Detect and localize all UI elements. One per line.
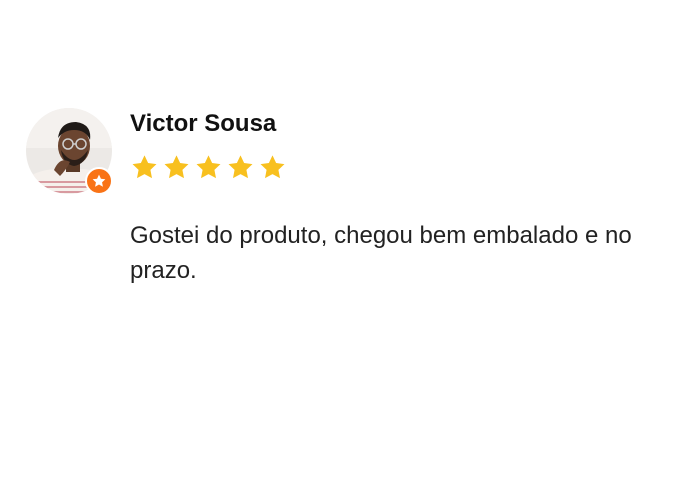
reviewer-name: Victor Sousa — [130, 110, 277, 137]
star-icon — [132, 155, 157, 179]
star-icon — [164, 155, 189, 179]
star-icon — [260, 155, 285, 179]
review-card: Victor Sousa Gostei do produto, chegou b… — [0, 0, 700, 500]
star-icon — [196, 155, 221, 179]
review-text: Gostei do produto, chegou bem embalado e… — [130, 222, 632, 284]
star-badge-icon — [85, 167, 113, 195]
star-rating — [130, 153, 287, 183]
avatar-container — [26, 108, 113, 195]
star-icon — [228, 155, 253, 179]
